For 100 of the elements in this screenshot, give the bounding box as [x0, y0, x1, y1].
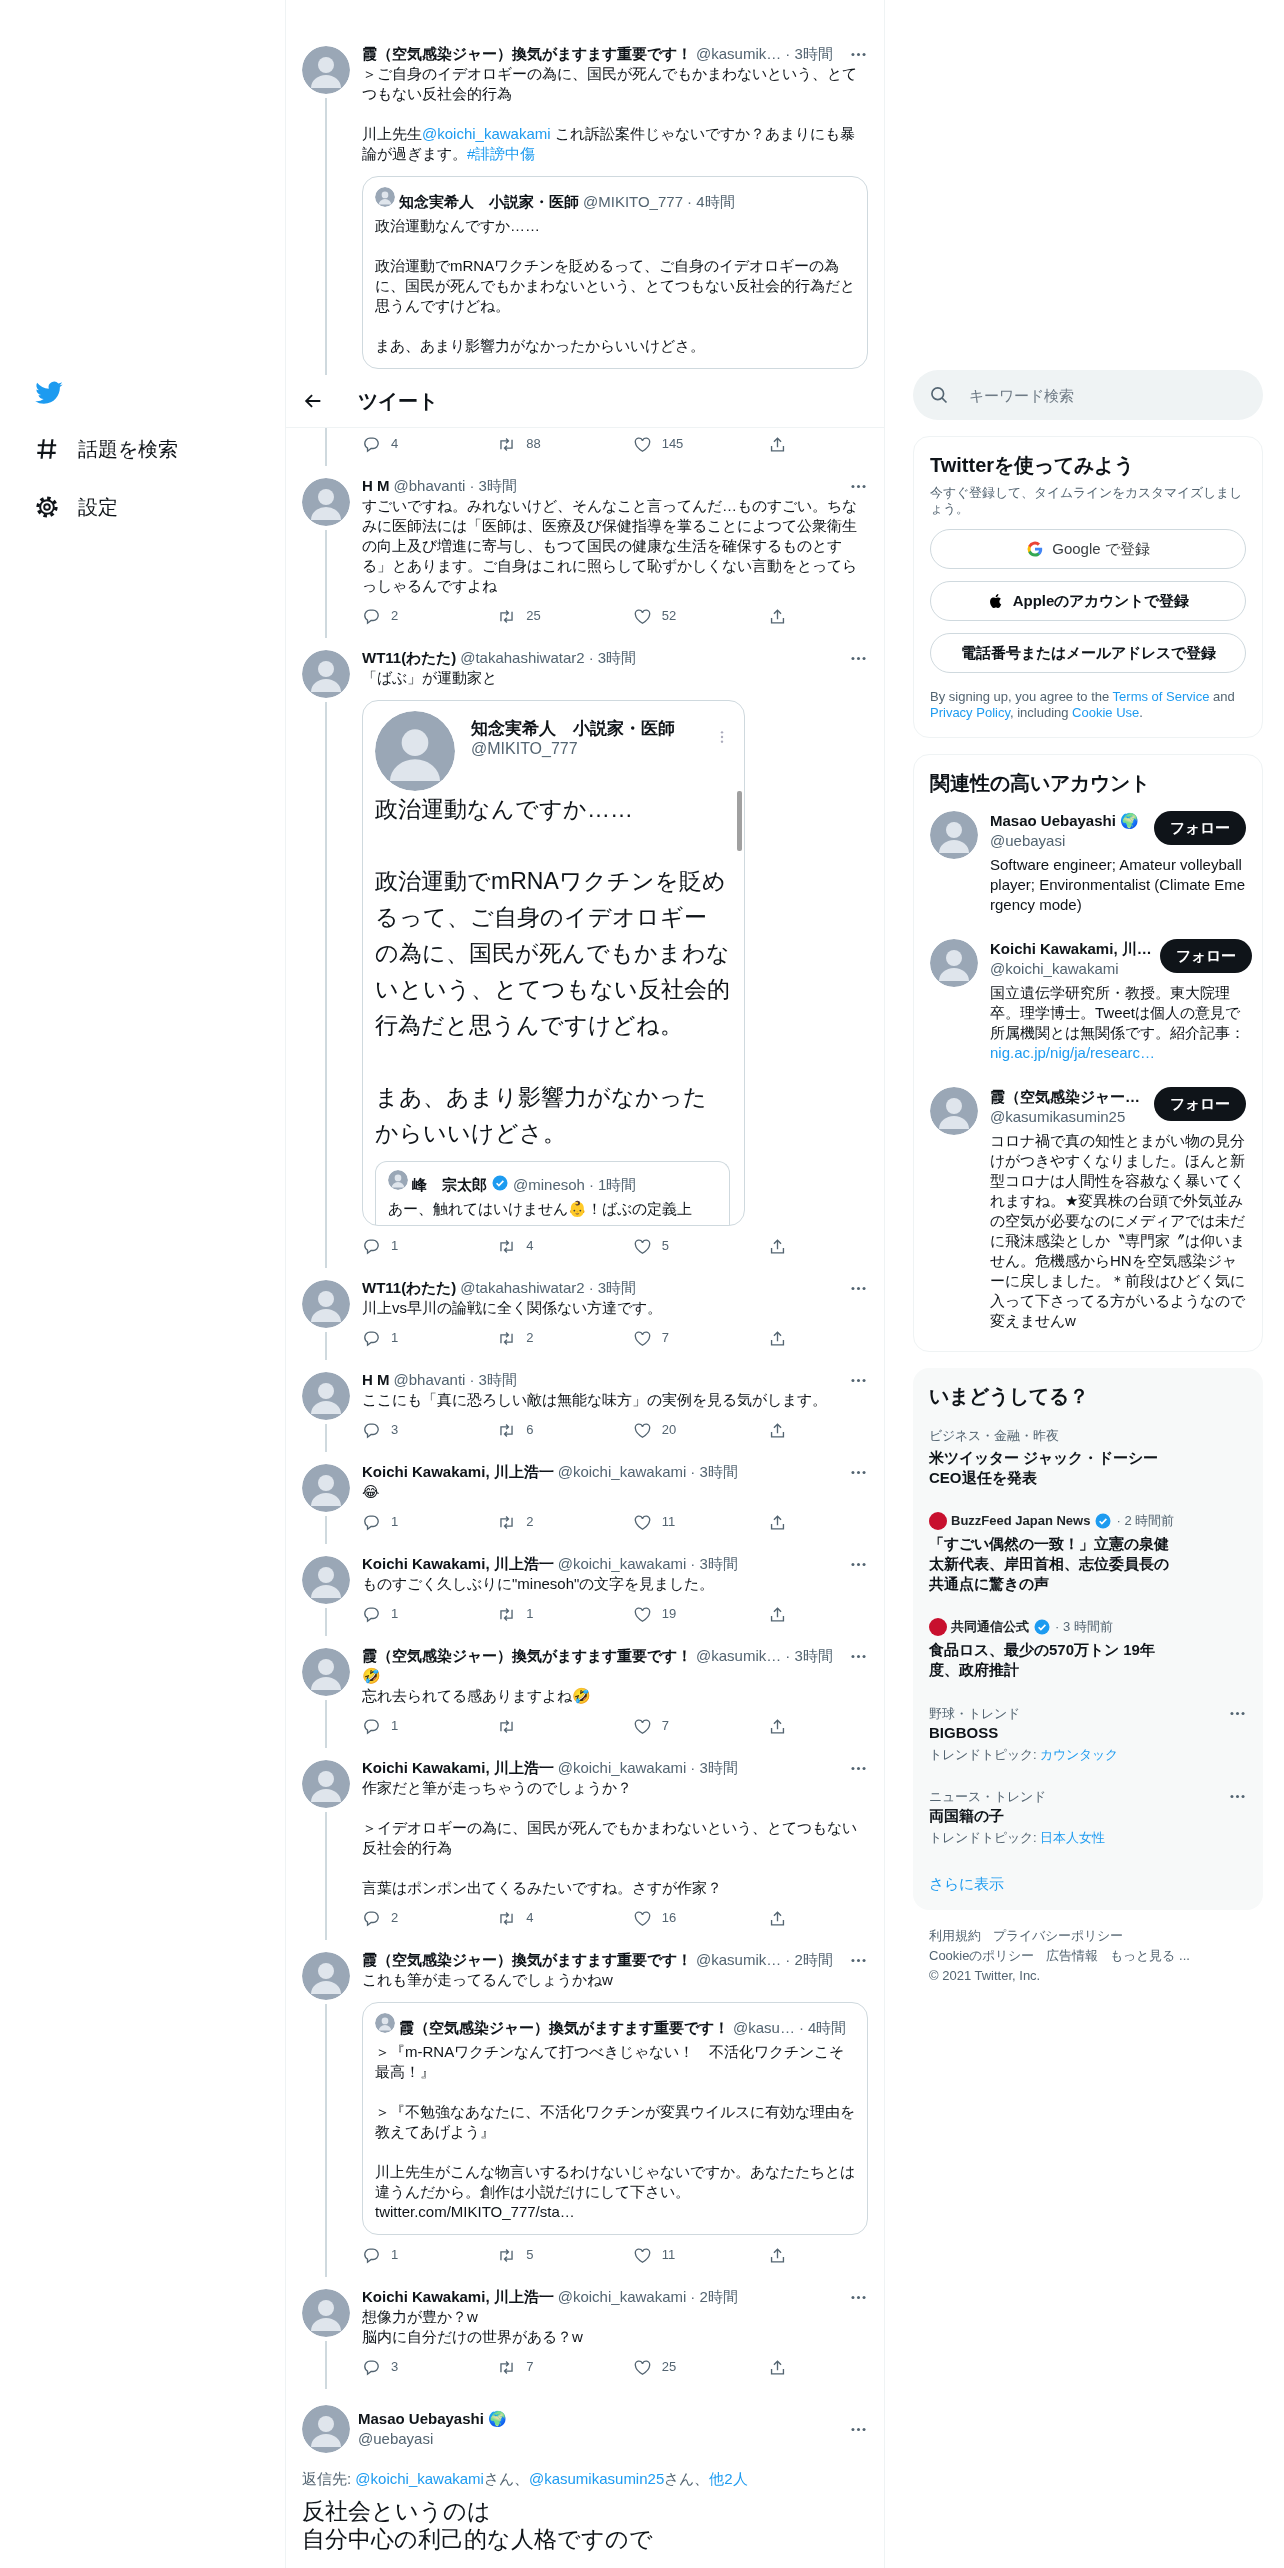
timestamp[interactable]: · 3時間 [785, 44, 833, 64]
share-icon[interactable] [768, 1236, 787, 1256]
timestamp[interactable]: · 2時間 [690, 2287, 738, 2307]
timestamp[interactable]: · 3時間 [469, 1370, 517, 1390]
reply-icon[interactable] [362, 2357, 381, 2377]
user-handle[interactable]: @uebayasi [358, 2429, 508, 2449]
tweet-text: 🤣 忘れ去られてる感ありますよね🤣 [362, 1666, 592, 1706]
trend-title[interactable]: 「すごい偶然の一致！」立憲の泉健太新代表、岸田首相、志位委員長の共通点に驚きの声 [929, 1534, 1179, 1594]
share-icon[interactable] [768, 1716, 787, 1736]
user-name[interactable]: 霞（空気感染ジャー）換気がますます重要です！ [362, 1950, 692, 1970]
user-handle[interactable]: @kasumikasumin25 [990, 1107, 1146, 1127]
user-handle[interactable]: @kasumik… [696, 1646, 782, 1666]
count: 11 [661, 2246, 676, 2264]
user-name[interactable]: Koichi Kawakami, 川上浩一 [362, 1758, 554, 1778]
nav-item[interactable]: 設定 [34, 486, 118, 528]
like-icon[interactable] [632, 1604, 652, 1624]
footer-link[interactable]: Cookieのポリシー [929, 1948, 1035, 1963]
nav-item[interactable]: 話題を検索 [34, 428, 178, 470]
embedded-screenshot[interactable]: 知念実希人 小説家・医師 @MIKITO_777 政治運動なんですか…… 政治運動でmRNAワクチンを貶めるって、ご自身のイデオロギーの為に、国民が死んでもかまわないという、とてつもない反社会的行為だと思うんですけどね。 まあ、あまり影響力がなかったからいいけどさ。 峰 宗太郎 @minesoh · 1時間 あー、触れてはいけません👶！ばぶの定義上 [362, 700, 745, 1226]
like-icon[interactable] [632, 2245, 652, 2265]
user-name[interactable]: 霞（空気感染ジャー）換気がますます重要です！ [362, 1646, 692, 1666]
reply-icon[interactable] [362, 1908, 381, 1928]
like-icon[interactable] [632, 1236, 652, 1256]
user-name[interactable]: Koichi Kawakami, 川上浩一 [362, 1462, 554, 1482]
quoted-tweet[interactable]: 霞（空気感染ジャー）換気がますます重要です！ @kasu… · 4時間 ＞『m-RNAワクチンなんて打つべきじゃない！ 不活化ワクチンこそ最高！』 ＞『不勉強なあなたに、不活化ワクチンが変異ウイルスに有効な理由を教えてあげよう』 川上先生がこんな物言いするわけないじゃないですか。あなたたちとは違うんだから。創作は小説だけにして下さい。 twitter.com/MIKITO_777/sta… [362, 2002, 868, 2235]
signup-button[interactable]: Appleのアカウントで登録 [930, 581, 1246, 621]
follow-button[interactable]: フォロー [1159, 939, 1252, 973]
user-name[interactable]: Masao Uebayashi 🌍 [358, 2409, 508, 2429]
user-handle[interactable]: @uebayasi [990, 831, 1146, 851]
footer-link[interactable]: 利用規約 [929, 1928, 981, 1943]
share-icon[interactable] [768, 1604, 787, 1624]
trend-title[interactable]: 米ツイッター ジャック・ドーシーCEO退任を発表 [929, 1448, 1179, 1488]
user-handle[interactable]: @koichi_kawakami [557, 1462, 687, 1482]
scrollbar[interactable] [737, 791, 742, 851]
reply-icon[interactable] [362, 1420, 381, 1440]
share-icon[interactable] [768, 434, 787, 454]
reply-icon[interactable] [362, 1716, 381, 1736]
share-icon[interactable] [768, 2357, 787, 2377]
user-handle[interactable]: @takahashiwatar2 [460, 648, 585, 668]
share-icon[interactable] [768, 1908, 787, 1928]
user-name[interactable]: Masao Uebayashi 🌍 [990, 811, 1146, 831]
like-icon[interactable] [632, 1512, 652, 1532]
user-handle[interactable]: @koichi_kawakami [557, 2287, 687, 2307]
like-icon[interactable] [632, 434, 652, 454]
timestamp[interactable]: · 3時間 [469, 476, 517, 496]
trend-title[interactable]: 食品ロス、最少の570万トン 19年度、政府推計 [929, 1640, 1179, 1680]
reply-icon[interactable] [362, 434, 381, 454]
user-name[interactable]: WT11(わたた) [362, 648, 457, 668]
quoted-tweet[interactable]: 知念実希人 小説家・医師 @MIKITO_777 · 4時間 政治運動なんですか…… 政治運動でmRNAワクチンを貶めるって、ご自身のイデオロギーの為に、国民が死んでもかまわないという、とてつもない反社会的行為だと思うんですけどね。 まあ、あまり影響力がなかったからいいけどさ。 [362, 176, 868, 369]
like-icon[interactable] [632, 606, 652, 626]
reply-icon[interactable] [362, 1236, 381, 1256]
quoted-tweet[interactable]: 峰 宗太郎 @minesoh · 1時間 あー、触れてはいけません👶！ばぶの定義上 [375, 1161, 730, 1225]
timestamp[interactable]: · 2時間 [785, 1950, 833, 1970]
share-icon[interactable] [768, 1328, 787, 1348]
user-name[interactable]: 霞（空気感染ジャー）換気がますます重要です！ [362, 44, 692, 64]
footer-link[interactable]: 広告情報 [1046, 1948, 1099, 1963]
timestamp[interactable]: · 3時間 [690, 1554, 738, 1574]
timestamp[interactable]: · 3時間 [690, 1462, 738, 1482]
user-handle[interactable]: @takahashiwatar2 [460, 1278, 585, 1298]
user-handle[interactable]: @kasumik… [696, 1950, 782, 1970]
signup-button[interactable]: Google で登録 [930, 529, 1246, 569]
follow-button[interactable]: フォロー [1154, 1087, 1246, 1121]
like-icon[interactable] [632, 1908, 652, 1928]
user-name[interactable]: 霞（空気感染ジャー… [990, 1087, 1146, 1107]
share-icon[interactable] [768, 2245, 787, 2265]
user-handle[interactable]: @koichi_kawakami [990, 959, 1152, 979]
user-name[interactable]: Koichi Kawakami, 川上浩一 [362, 2287, 554, 2307]
timestamp[interactable]: · 3時間 [785, 1646, 833, 1666]
footer-link[interactable]: もっと見る ... [1110, 1948, 1190, 1963]
timestamp[interactable]: · 3時間 [690, 1758, 738, 1778]
user-name[interactable]: H M [362, 476, 390, 496]
search-field[interactable]: キーワード検索 [913, 370, 1263, 420]
user-name[interactable]: WT11(わたた) [362, 1278, 457, 1298]
reply-icon[interactable] [362, 1512, 381, 1532]
reply-icon[interactable] [362, 2245, 381, 2265]
user-handle[interactable]: @koichi_kawakami [557, 1758, 687, 1778]
reply-icon[interactable] [362, 1328, 381, 1348]
user-handle[interactable]: @bhavanti [393, 476, 466, 496]
trend-title[interactable]: BIGBOSS [929, 1723, 1247, 1743]
like-icon[interactable] [632, 1716, 652, 1736]
like-icon[interactable] [632, 2357, 652, 2377]
timestamp[interactable]: · 3時間 [588, 648, 637, 668]
user-name[interactable]: Koichi Kawakami, 川… [990, 939, 1152, 959]
user-handle[interactable]: @koichi_kawakami [557, 1554, 687, 1574]
reply-icon[interactable] [362, 1604, 381, 1624]
share-icon[interactable] [768, 1512, 787, 1532]
trend-title[interactable]: 両国籍の子 [929, 1806, 1247, 1826]
timestamp[interactable]: · 3時間 [588, 1278, 637, 1298]
share-icon[interactable] [768, 1420, 787, 1440]
share-icon[interactable] [768, 606, 787, 626]
signup-button[interactable]: 電話番号またはメールアドレスで登録 [930, 633, 1246, 673]
user-handle[interactable]: @kasumik… [696, 44, 782, 64]
follow-button[interactable]: フォロー [1154, 811, 1246, 845]
like-icon[interactable] [632, 1328, 652, 1348]
footer-link[interactable]: プライバシーポリシー [993, 1928, 1123, 1943]
reply-icon[interactable] [362, 606, 381, 626]
user-name[interactable]: Koichi Kawakami, 川上浩一 [362, 1554, 554, 1574]
user-handle[interactable]: @bhavanti [393, 1370, 466, 1390]
like-icon[interactable] [632, 1420, 652, 1440]
user-name[interactable]: H M [362, 1370, 390, 1390]
